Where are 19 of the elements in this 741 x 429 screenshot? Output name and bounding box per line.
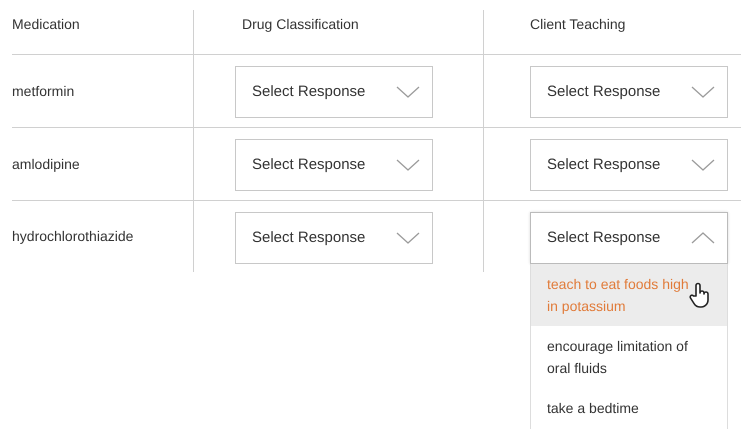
chevron-up-icon — [691, 232, 715, 244]
medication-name: amlodipine — [12, 154, 80, 174]
hand-cursor-icon — [689, 282, 711, 308]
column-header: Drug Classification — [242, 16, 359, 32]
medication-name: metformin — [12, 82, 74, 100]
chevron-down-icon — [691, 159, 715, 171]
medication-name: hydrochlorothiazide — [12, 227, 134, 246]
chevron-down-icon — [396, 86, 420, 98]
select-dropdown[interactable]: Select Response — [530, 212, 728, 264]
select-dropdown[interactable]: Select Response — [530, 66, 728, 118]
select-dropdown[interactable]: Select Response — [235, 66, 433, 118]
select-dropdown[interactable]: Select Response — [235, 212, 433, 264]
select-dropdown[interactable]: Select Response — [235, 139, 433, 191]
chevron-down-icon — [396, 159, 420, 171]
chevron-down-icon — [691, 86, 715, 98]
column-header: Medication — [12, 16, 80, 32]
select-dropdown[interactable]: Select Response — [530, 139, 728, 191]
column-header: Client Teaching — [530, 16, 626, 32]
chevron-down-icon — [396, 232, 420, 244]
